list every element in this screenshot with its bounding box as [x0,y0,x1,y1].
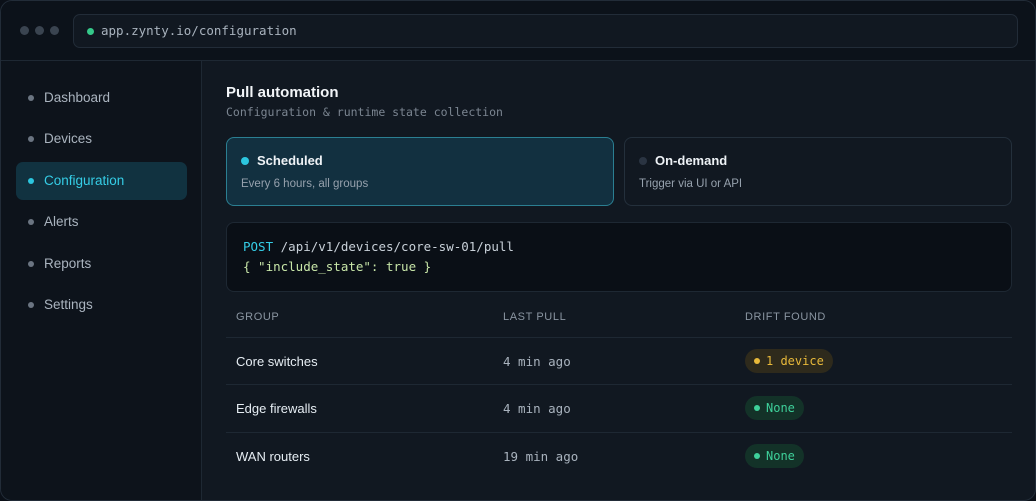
drift-badge: 1 device [745,349,833,373]
column-header-drift-found: DRIFT FOUND [745,311,826,323]
bullet-icon [28,261,34,267]
column-header-group: GROUP [236,311,280,323]
sidebar-item-label: Devices [44,131,93,146]
last-pull-time: 19 min ago [503,449,579,464]
drift-badge-label: None [766,401,795,415]
sidebar-item-alerts[interactable]: Alerts [16,203,187,241]
http-method: POST [243,239,274,254]
success-dot-icon [754,453,760,459]
sidebar-item-dashboard[interactable]: Dashboard [16,79,187,117]
table-row[interactable]: Edge firewalls 4 min ago None [226,384,1012,431]
radio-dot-icon [241,157,249,165]
window-close-dot[interactable] [20,26,29,35]
window-maximize-dot[interactable] [50,26,59,35]
bullet-icon [28,219,34,225]
main-content: Pull automation Configuration & runtime … [203,61,1035,500]
drift-badge: None [745,396,804,420]
drift-badge-label: 1 device [766,354,824,368]
sidebar-item-configuration[interactable]: Configuration [16,162,187,200]
sidebar-item-label: Settings [44,297,93,312]
code-request-line: POST /api/v1/devices/core-sw-01/pull [243,239,514,254]
table-row[interactable]: WAN routers 19 min ago None [226,432,1012,479]
mode-card-scheduled[interactable]: Scheduled Every 6 hours, all groups [226,137,614,206]
last-pull-time: 4 min ago [503,354,571,369]
group-name: WAN routers [236,449,310,464]
column-header-last-pull: LAST PULL [503,311,567,323]
page-subtitle: Configuration & runtime state collection [226,105,503,119]
sidebar-item-label: Alerts [44,214,79,229]
window-minimize-dot[interactable] [35,26,44,35]
last-pull-time: 4 min ago [503,401,571,416]
mode-description: Trigger via UI or API [639,178,743,190]
radio-dot-icon [639,157,647,165]
mode-description: Every 6 hours, all groups [241,178,369,190]
address-bar[interactable]: app.zynty.io/configuration [73,14,1018,48]
app-window: app.zynty.io/configuration Dashboard Dev… [0,0,1036,501]
sidebar-item-reports[interactable]: Reports [16,245,187,283]
group-name: Edge firewalls [236,401,317,416]
url-text: app.zynty.io/configuration [101,23,297,38]
drift-badge-label: None [766,449,795,463]
sidebar: Dashboard Devices Configuration Alerts R… [1,61,202,500]
page-title: Pull automation [226,84,339,101]
sidebar-item-devices[interactable]: Devices [16,120,187,158]
mode-name: Scheduled [257,153,323,168]
mode-name: On-demand [655,153,728,168]
mode-card-on-demand[interactable]: On-demand Trigger via UI or API [624,137,1012,206]
bullet-icon [28,178,34,184]
sidebar-item-label: Dashboard [44,90,111,105]
bullet-icon [28,302,34,308]
bullet-icon [28,136,34,142]
bullet-icon [28,95,34,101]
secure-indicator-icon [87,28,94,35]
table-row[interactable]: Core switches 4 min ago 1 device [226,337,1012,384]
success-dot-icon [754,405,760,411]
sidebar-item-label: Configuration [44,173,125,188]
browser-titlebar: app.zynty.io/configuration [1,1,1035,61]
group-name: Core switches [236,354,318,369]
api-code-block: POST /api/v1/devices/core-sw-01/pull { "… [226,222,1012,292]
drift-badge: None [745,444,804,468]
code-body-line: { "include_state": true } [243,259,432,274]
api-path: /api/v1/devices/core-sw-01/pull [280,239,514,254]
sidebar-item-settings[interactable]: Settings [16,286,187,324]
sidebar-item-label: Reports [44,256,92,271]
warning-dot-icon [754,358,760,364]
